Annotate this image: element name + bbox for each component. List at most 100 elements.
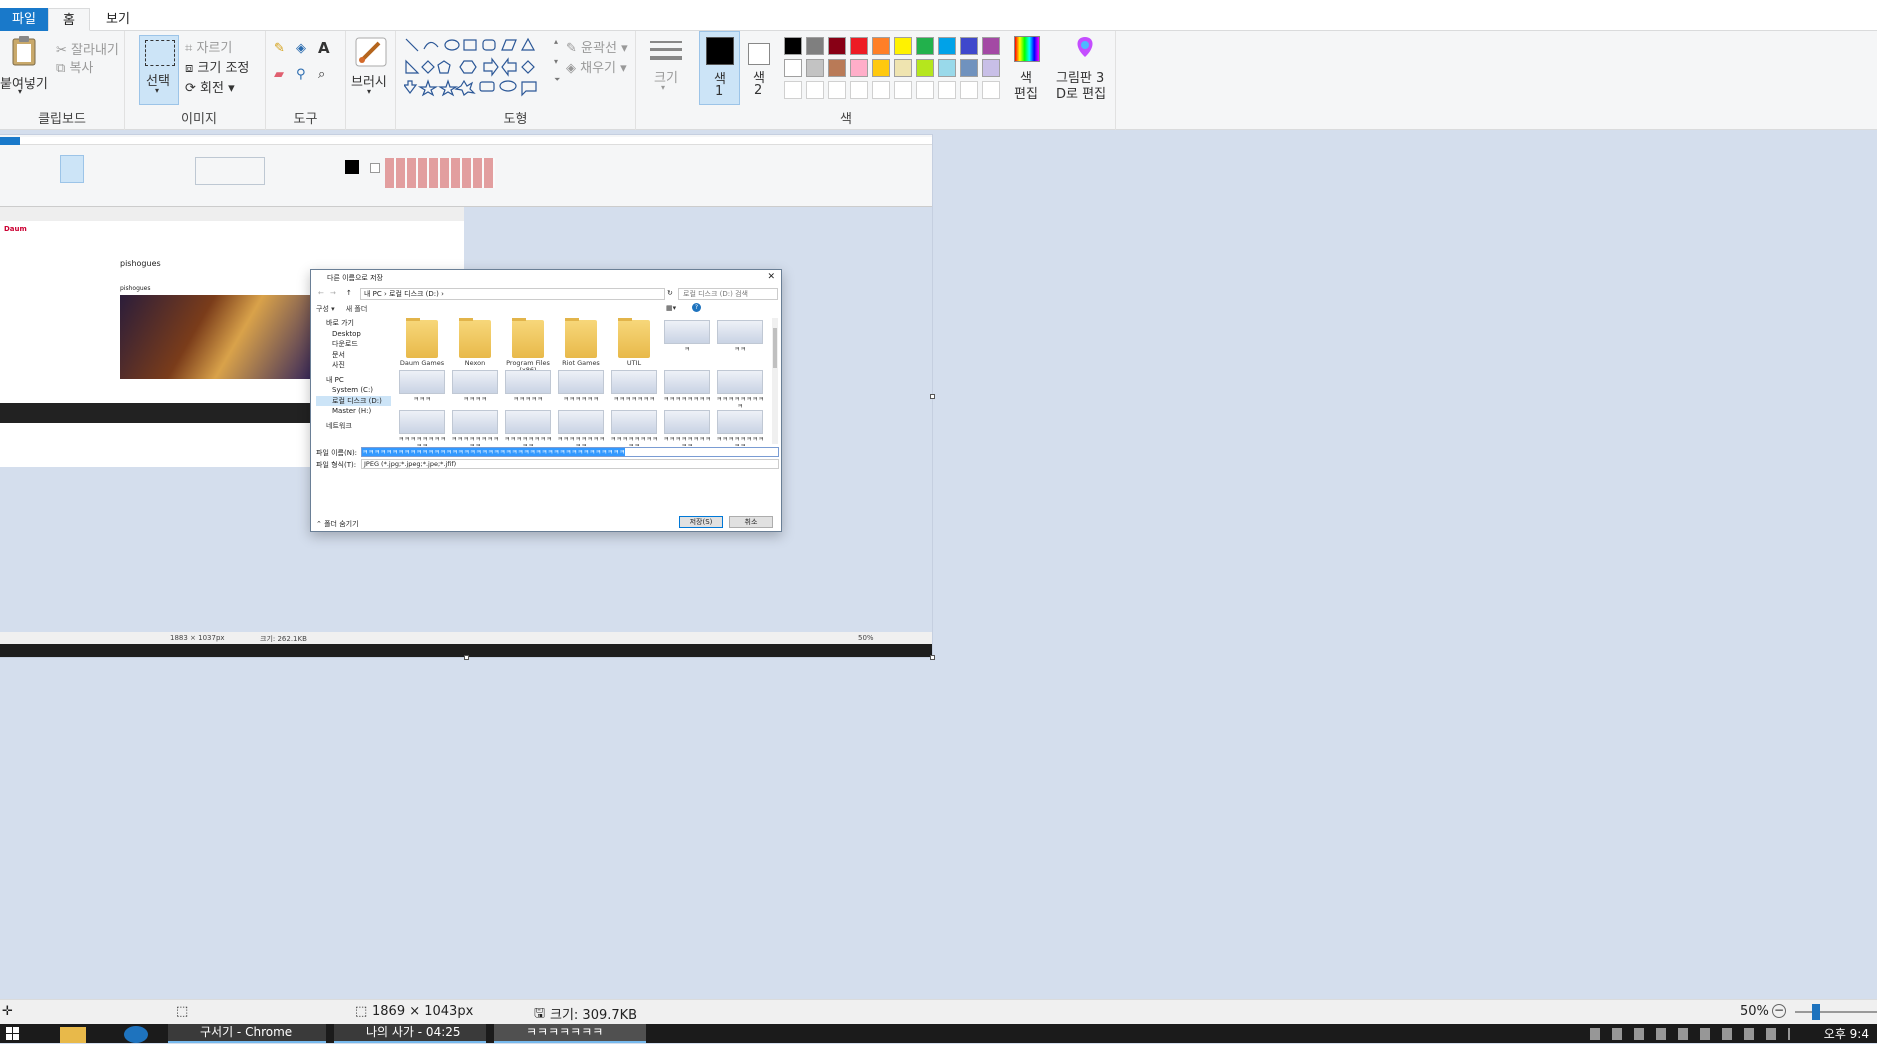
palette-swatch[interactable] — [982, 59, 1000, 77]
palette-swatch[interactable] — [938, 59, 956, 77]
file-item[interactable]: ㅋㅋㅋㅋㅋㅋㅋㅋㅋㅋ — [451, 410, 499, 446]
custom-color-swatch[interactable] — [806, 81, 824, 99]
tab-home[interactable]: 홈 — [48, 8, 90, 31]
folder-item[interactable]: Nexon — [451, 318, 499, 367]
palette-swatch[interactable] — [894, 37, 912, 55]
cancel-button[interactable]: 취소 — [729, 516, 773, 528]
canvas-image[interactable]: Daum pishogues pishogues 1883 × 1037px 크… — [0, 135, 932, 657]
custom-color-swatch[interactable] — [850, 81, 868, 99]
up-icon[interactable]: ↑ — [346, 289, 352, 297]
color1-button[interactable]: 색 1 — [699, 31, 740, 105]
file-item[interactable]: ㅋㅋㅋㅋㅋㅋㅋㅋㅋㅋ — [716, 410, 764, 446]
system-tray-icons[interactable] — [1590, 1028, 1790, 1040]
view-icon[interactable]: ▦▾ — [666, 304, 686, 312]
palette-swatch[interactable] — [960, 37, 978, 55]
file-item[interactable]: ㅋㅋ — [716, 320, 764, 353]
back-icon[interactable]: ← — [318, 289, 324, 297]
palette-swatch[interactable] — [784, 37, 802, 55]
palette-swatch[interactable] — [806, 59, 824, 77]
zoom-out-icon[interactable]: − — [1772, 1004, 1786, 1018]
magnifier-icon[interactable]: ⌕ — [318, 67, 325, 82]
help-icon[interactable]: ? — [692, 303, 701, 312]
file-item[interactable]: ㅋㅋㅋㅋㅋ — [504, 370, 552, 403]
palette-swatch[interactable] — [850, 59, 868, 77]
paint3d-button[interactable]: 그림판 3 D로 편집 — [1054, 31, 1116, 105]
nav-item-system-c[interactable]: System (C:) — [316, 385, 391, 396]
file-item[interactable]: ㅋ — [663, 320, 711, 353]
close-icon[interactable]: ✕ — [767, 272, 775, 282]
nav-item-downloads[interactable]: 다운로드 — [316, 339, 391, 350]
file-item[interactable]: ㅋㅋㅋㅋㅋㅋ — [557, 370, 605, 403]
custom-color-swatch[interactable] — [960, 81, 978, 99]
nav-item-documents[interactable]: 문서 — [316, 350, 391, 361]
file-list-scrollbar[interactable] — [772, 318, 778, 444]
canvas-area[interactable]: Daum pishogues pishogues 1883 × 1037px 크… — [0, 131, 1877, 999]
taskbar-item2[interactable]: 나의 사가 - 04:25 — [334, 1024, 486, 1043]
pencil-icon[interactable]: ✎ — [274, 41, 285, 56]
cut-button[interactable]: ✂ 잘라내기 — [56, 39, 119, 58]
forward-icon[interactable]: → — [330, 289, 336, 297]
fill-icon[interactable]: ◈ — [296, 41, 306, 56]
zoom-slider[interactable] — [1795, 1011, 1877, 1013]
palette-swatch[interactable] — [916, 37, 934, 55]
palette-swatch[interactable] — [982, 37, 1000, 55]
resize-handle-bottom[interactable] — [464, 655, 469, 660]
tab-view[interactable]: 보기 — [96, 8, 140, 31]
taskbar-chrome[interactable]: 구서기 - Chrome — [168, 1024, 326, 1043]
edge-icon[interactable] — [124, 1026, 148, 1043]
taskbar-paint[interactable]: ㅋㅋㅋㅋㅋㅋㅋ — [494, 1024, 646, 1043]
filename-input[interactable]: ㅋㅋㅋㅋㅋㅋㅋㅋㅋㅋㅋㅋㅋㅋㅋㅋㅋㅋㅋㅋㅋㅋㅋㅋㅋㅋㅋㅋㅋㅋㅋㅋㅋㅋㅋㅋㅋㅋㅋㅋ… — [361, 447, 779, 457]
nav-item-quick-access[interactable]: 바로 가기 — [316, 318, 391, 329]
scroll-up-icon[interactable]: ▴ — [554, 37, 558, 46]
path-field[interactable]: 내 PC › 로컬 디스크 (D:) › — [360, 288, 665, 300]
rotate-button[interactable]: ⟳ 회전 ▾ — [185, 77, 235, 96]
custom-color-swatch[interactable] — [982, 81, 1000, 99]
file-item[interactable]: ㅋㅋㅋㅋㅋㅋㅋㅋㅋㅋ — [504, 410, 552, 446]
size-button[interactable]: 크기 ▾ — [646, 37, 686, 103]
text-icon[interactable]: A — [318, 39, 330, 57]
file-item[interactable]: ㅋㅋㅋㅋㅋㅋㅋㅋㅋㅋ — [398, 410, 446, 446]
palette-swatch[interactable] — [806, 37, 824, 55]
resize-button[interactable]: ⧈ 크기 조정 — [185, 57, 249, 76]
palette-swatch[interactable] — [960, 59, 978, 77]
folder-item[interactable]: Program Files (x86) — [504, 318, 552, 374]
palette-swatch[interactable] — [872, 59, 890, 77]
hide-folders-button[interactable]: ⌃ 폴더 숨기기 — [316, 519, 359, 529]
shapes-gallery[interactable] — [404, 37, 554, 97]
outline-button[interactable]: ✎ 윤곽선 ▾ — [566, 37, 628, 56]
zoom-slider-thumb[interactable] — [1812, 1004, 1820, 1020]
nav-item-master-h[interactable]: Master (H:) — [316, 406, 391, 417]
select-button[interactable]: 선택 ▾ — [139, 35, 179, 105]
scroll-down-icon[interactable]: ▾ — [554, 57, 558, 66]
folder-item[interactable]: Daum Games — [398, 318, 446, 367]
color-picker-icon[interactable]: ⚲ — [296, 67, 306, 82]
tab-file[interactable]: 파일 — [0, 8, 48, 31]
filetype-select[interactable]: JPEG (*.jpg;*.jpeg;*.jpe;*.jfif) — [361, 459, 779, 469]
palette-swatch[interactable] — [850, 37, 868, 55]
file-item[interactable]: ㅋㅋㅋㅋㅋㅋㅋㅋㅋㅋ — [610, 410, 658, 446]
custom-color-swatch[interactable] — [894, 81, 912, 99]
eraser-icon[interactable]: ▰ — [274, 67, 284, 82]
file-item[interactable]: ㅋㅋㅋㅋㅋㅋㅋ — [610, 370, 658, 403]
palette-swatch[interactable] — [828, 59, 846, 77]
custom-color-swatch[interactable] — [938, 81, 956, 99]
palette-swatch[interactable] — [872, 37, 890, 55]
scrollbar-thumb[interactable] — [773, 328, 777, 368]
custom-color-swatch[interactable] — [916, 81, 934, 99]
nav-item-network[interactable]: 네트워크 — [316, 421, 391, 432]
nav-item-this-pc[interactable]: 내 PC — [316, 375, 391, 386]
file-item[interactable]: ㅋㅋㅋㅋㅋㅋㅋㅋㅋㅋ — [663, 410, 711, 446]
palette-swatch[interactable] — [894, 59, 912, 77]
custom-color-swatch[interactable] — [784, 81, 802, 99]
folder-item[interactable]: Riot Games — [557, 318, 605, 367]
resize-handle-right[interactable] — [930, 394, 935, 399]
nav-item-local-d[interactable]: 로컬 디스크 (D:) — [316, 395, 391, 406]
windows-start-icon[interactable] — [6, 1027, 20, 1041]
palette-swatch[interactable] — [916, 59, 934, 77]
expand-icon[interactable]: ⏷ — [554, 75, 560, 85]
refresh-icon[interactable]: ↻ — [667, 289, 673, 297]
resize-handle-corner[interactable] — [930, 655, 935, 660]
color2-button[interactable]: 색 2 — [742, 31, 782, 105]
organize-button[interactable]: 구성 ▾ — [316, 305, 335, 313]
copy-button[interactable]: ⧉ 복사 — [56, 57, 93, 76]
